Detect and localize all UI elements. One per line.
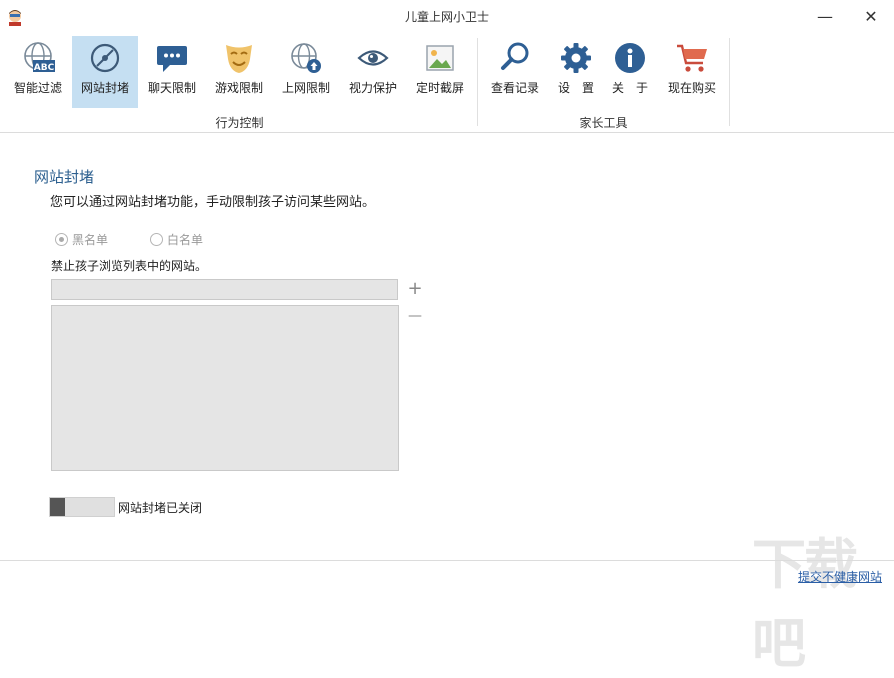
toolbar-label: 关 于 (597, 79, 663, 96)
svg-text:ABC: ABC (34, 63, 55, 73)
close-button[interactable]: ✕ (848, 0, 894, 32)
toolbar-label: 视力保护 (340, 79, 406, 96)
toolbar-site-block[interactable]: 网站封堵 (72, 36, 138, 108)
url-list[interactable] (51, 305, 399, 471)
radio-button[interactable] (55, 233, 68, 246)
toolbar-label: 游戏限制 (206, 79, 272, 96)
toolbar-label: 上网限制 (273, 79, 339, 96)
page-description: 您可以通过网站封堵功能，手动限制孩子访问某些网站。 (50, 191, 375, 210)
toolbar-label: 聊天限制 (139, 79, 205, 96)
toolbar-label: 网站封堵 (72, 79, 138, 96)
report-site-link[interactable]: 提交不健康网站 (798, 568, 882, 585)
title-bar: 儿童上网小卫士 — ✕ (0, 0, 894, 32)
url-input[interactable] (51, 279, 398, 300)
mask-icon (222, 41, 256, 75)
toolbar-smart-filter[interactable]: ABC 智能过滤 (5, 36, 71, 108)
toolbar-game-limit[interactable]: 游戏限制 (206, 36, 272, 108)
toolbar-label: 现在购买 (659, 79, 725, 96)
magnifier-icon (498, 41, 532, 75)
group-label-parent-tools: 家长工具 (482, 114, 725, 131)
globe-abc-icon: ABC (21, 41, 55, 75)
toolbar-about[interactable]: 关 于 (597, 36, 663, 108)
picture-icon (423, 41, 457, 75)
compass-block-icon (88, 41, 122, 75)
eye-icon (356, 41, 390, 75)
toolbar-internet-limit[interactable]: 上网限制 (273, 36, 339, 108)
block-toggle[interactable] (49, 497, 115, 517)
radio-label: 黑名单 (72, 231, 108, 248)
radio-label: 白名单 (167, 231, 203, 248)
group-divider (477, 38, 478, 126)
watermark-logo: 下载吧 (752, 520, 894, 678)
add-button[interactable]: + (405, 279, 425, 299)
footer-divider (0, 560, 894, 561)
toolbar-screenshot[interactable]: 定时截屏 (407, 36, 473, 108)
toolbar-buy-now[interactable]: 现在购买 (659, 36, 725, 108)
chat-icon (155, 41, 189, 75)
radio-whitelist[interactable]: 白名单 (150, 231, 203, 248)
toolbar-label: 查看记录 (482, 79, 548, 96)
group-label-behavior: 行为控制 (5, 114, 474, 131)
toolbar-view-log[interactable]: 查看记录 (482, 36, 548, 108)
toggle-knob (50, 498, 65, 516)
gear-icon (559, 41, 593, 75)
radio-button[interactable] (150, 233, 163, 246)
toggle-status-label: 网站封堵已关闭 (118, 499, 202, 516)
toolbar-chat-limit[interactable]: 聊天限制 (139, 36, 205, 108)
list-label: 禁止孩子浏览列表中的网站。 (51, 257, 207, 274)
group-divider (729, 38, 730, 126)
toolbar-label: 智能过滤 (5, 79, 71, 96)
radio-blacklist[interactable]: 黑名单 (55, 231, 108, 248)
page-title: 网站封堵 (34, 166, 94, 187)
toolbar: ABC 智能过滤 网站封堵 聊天限制 游戏限制 (0, 32, 894, 133)
toolbar-label: 定时截屏 (407, 79, 473, 96)
globe-up-icon (289, 41, 323, 75)
info-icon (613, 41, 647, 75)
toolbar-eye-protect[interactable]: 视力保护 (340, 36, 406, 108)
window-title: 儿童上网小卫士 (0, 8, 894, 25)
cart-icon (675, 41, 709, 75)
minimize-button[interactable]: — (802, 0, 848, 32)
remove-button[interactable]: — (405, 306, 425, 326)
